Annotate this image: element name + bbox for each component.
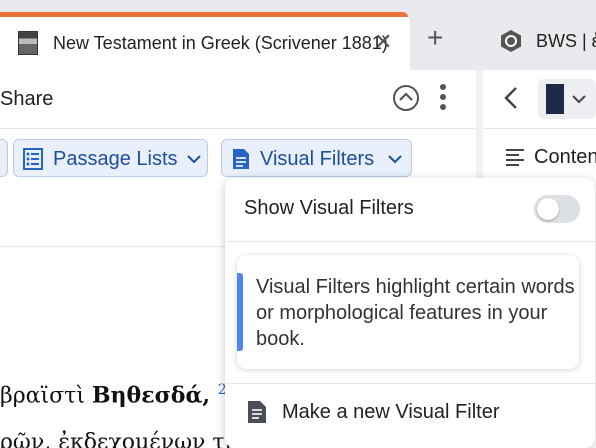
more-options-icon[interactable] xyxy=(439,84,447,112)
passage-list-icon xyxy=(23,148,43,170)
visual-filters-dropdown: Show Visual Filters Visual Filters highl… xyxy=(225,178,595,448)
visual-filter-doc-icon xyxy=(248,401,266,423)
chevron-down-icon xyxy=(388,155,402,164)
passage-lists-label: Passage Lists xyxy=(53,148,178,170)
divider xyxy=(225,241,595,242)
chevron-left-icon[interactable] xyxy=(504,86,518,110)
info-text: Visual Filters highlight certain words o… xyxy=(256,276,575,350)
tab-new-testament[interactable]: New Testament in Greek (Scrivener 1881) … xyxy=(0,12,410,70)
passage-lists-button[interactable]: Passage Lists xyxy=(13,139,208,177)
show-visual-filters-toggle[interactable] xyxy=(534,195,580,223)
info-callout: Visual Filters highlight certain words o… xyxy=(237,255,579,369)
book-favicon-icon xyxy=(18,31,38,55)
greek-text-line: βραϊστὶ Βηθεσδά, 2πέ xyxy=(0,382,253,409)
tab-bws[interactable]: BWS | ἐρ xyxy=(536,31,596,52)
contents-list-icon xyxy=(506,149,524,166)
bws-hexagon-icon xyxy=(501,30,521,52)
tab-title: New Testament in Greek (Scrivener 1881) xyxy=(53,33,388,53)
visual-filter-icon xyxy=(233,149,249,169)
chevron-down-icon xyxy=(572,95,586,104)
visual-filters-button[interactable]: Visual Filters xyxy=(221,139,412,177)
divider xyxy=(0,128,476,129)
book-selector-button[interactable] xyxy=(538,79,596,119)
divider xyxy=(225,383,595,384)
contents-tab[interactable]: Contents xyxy=(534,146,596,169)
new-tab-plus-icon[interactable]: + xyxy=(427,24,443,52)
book-cover-icon xyxy=(546,84,564,114)
share-button[interactable]: Share xyxy=(0,88,53,111)
make-new-visual-filter-button[interactable]: Make a new Visual Filter xyxy=(282,401,500,424)
toggle-knob xyxy=(537,198,559,220)
chip-partial[interactable] xyxy=(0,139,8,177)
tab-strip: New Testament in Greek (Scrivener 1881) … xyxy=(0,0,596,70)
close-tab-icon[interactable]: ✕ xyxy=(374,29,392,55)
chevron-up-circle-icon[interactable] xyxy=(393,85,419,111)
tab-accent-bar xyxy=(0,12,408,17)
show-visual-filters-label: Show Visual Filters xyxy=(244,197,414,219)
visual-filters-label: Visual Filters xyxy=(260,148,375,170)
info-accent-bar xyxy=(237,273,243,351)
divider xyxy=(483,128,596,129)
chevron-down-icon xyxy=(187,155,201,164)
